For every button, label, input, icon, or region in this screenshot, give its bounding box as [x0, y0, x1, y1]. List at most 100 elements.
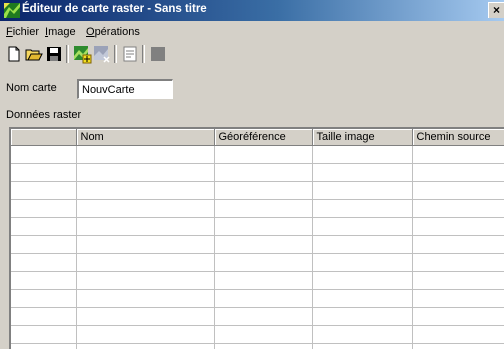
table-row[interactable] [11, 271, 504, 290]
row-selector-cell[interactable] [11, 235, 77, 254]
row-selector-cell[interactable] [11, 307, 77, 326]
georeference-cell[interactable] [214, 307, 313, 326]
georeference-cell[interactable] [214, 145, 313, 164]
georeference-cell[interactable] [214, 235, 313, 254]
add-image-icon[interactable] [72, 44, 92, 64]
source-path-cell[interactable] [412, 271, 504, 290]
stop-icon[interactable] [148, 44, 168, 64]
table-row[interactable] [11, 343, 504, 349]
column-header-source-path[interactable]: Chemin source [412, 129, 504, 146]
row-selector-cell[interactable] [11, 199, 77, 218]
name-cell[interactable] [76, 271, 215, 290]
name-cell[interactable] [76, 235, 215, 254]
properties-icon[interactable] [120, 44, 140, 64]
toolbar-separator [66, 45, 69, 63]
row-selector-cell[interactable] [11, 163, 77, 182]
menu-fichier[interactable]: Fichier [6, 26, 39, 38]
menu-operations[interactable]: Opérations [86, 26, 140, 38]
column-header-name[interactable]: Nom [76, 129, 215, 146]
row-selector-cell[interactable] [11, 271, 77, 290]
georeference-cell[interactable] [214, 343, 313, 349]
image-size-cell[interactable] [312, 325, 413, 344]
table-row[interactable] [11, 325, 504, 344]
close-button[interactable]: × [488, 2, 504, 18]
row-selector-cell[interactable] [11, 217, 77, 236]
row-selector-cell[interactable] [11, 325, 77, 344]
row-selector-cell[interactable] [11, 145, 77, 164]
source-path-cell[interactable] [412, 289, 504, 308]
image-size-cell[interactable] [312, 271, 413, 290]
georeference-cell[interactable] [214, 271, 313, 290]
map-name-label: Nom carte [6, 82, 57, 94]
name-cell[interactable] [76, 253, 215, 272]
map-name-field[interactable] [77, 79, 173, 99]
georeference-cell[interactable] [214, 163, 313, 182]
column-header-image-size[interactable]: Taille image [312, 129, 413, 146]
table-row[interactable] [11, 199, 504, 218]
name-cell[interactable] [76, 325, 215, 344]
name-cell[interactable] [76, 289, 215, 308]
source-path-cell[interactable] [412, 307, 504, 326]
row-selector-cell[interactable] [11, 343, 77, 349]
table-row[interactable] [11, 235, 504, 254]
source-path-cell[interactable] [412, 343, 504, 349]
map-app-icon [4, 3, 20, 18]
source-path-cell[interactable] [412, 199, 504, 218]
name-cell[interactable] [76, 181, 215, 200]
name-cell[interactable] [76, 217, 215, 236]
name-cell[interactable] [76, 199, 215, 218]
image-size-cell[interactable] [312, 163, 413, 182]
table-row[interactable] [11, 253, 504, 272]
source-path-cell[interactable] [412, 181, 504, 200]
image-size-cell[interactable] [312, 235, 413, 254]
source-path-cell[interactable] [412, 325, 504, 344]
georeference-cell[interactable] [214, 181, 313, 200]
georeference-cell[interactable] [214, 217, 313, 236]
table-row[interactable] [11, 307, 504, 326]
georeference-cell[interactable] [214, 289, 313, 308]
title-bar[interactable]: Éditeur de carte raster - Sans titre × [0, 0, 504, 21]
image-size-cell[interactable] [312, 217, 413, 236]
remove-image-icon[interactable] [92, 44, 112, 64]
menu-fichier-label: ichier [12, 26, 40, 38]
menu-bar: Fichier Image Opérations [0, 23, 504, 41]
new-icon[interactable] [4, 44, 24, 64]
image-size-cell[interactable] [312, 199, 413, 218]
source-path-cell[interactable] [412, 217, 504, 236]
image-size-cell[interactable] [312, 145, 413, 164]
name-cell[interactable] [76, 307, 215, 326]
name-cell[interactable] [76, 343, 215, 349]
name-cell[interactable] [76, 163, 215, 182]
column-header-selector[interactable] [11, 129, 77, 146]
source-path-cell[interactable] [412, 253, 504, 272]
image-size-cell[interactable] [312, 307, 413, 326]
menu-operations-label: pérations [94, 26, 140, 38]
row-selector-cell[interactable] [11, 253, 77, 272]
source-path-cell[interactable] [412, 235, 504, 254]
georeference-cell[interactable] [214, 325, 313, 344]
table-row[interactable] [11, 289, 504, 308]
table-row[interactable] [11, 217, 504, 236]
image-size-cell[interactable] [312, 343, 413, 349]
table-row[interactable] [11, 163, 504, 182]
raster-data-grid[interactable]: Nom Géoréférence Taille image Chemin sou… [9, 127, 504, 349]
toolbar-separator [114, 45, 117, 63]
table-body [11, 145, 504, 349]
save-icon[interactable] [44, 44, 64, 64]
table-row[interactable] [11, 181, 504, 200]
georeference-cell[interactable] [214, 199, 313, 218]
row-selector-cell[interactable] [11, 181, 77, 200]
name-cell[interactable] [76, 145, 215, 164]
column-header-georeference[interactable]: Géoréférence [214, 129, 313, 146]
menu-image[interactable]: Image [45, 26, 76, 38]
source-path-cell[interactable] [412, 145, 504, 164]
image-size-cell[interactable] [312, 289, 413, 308]
open-icon[interactable] [24, 44, 44, 64]
georeference-cell[interactable] [214, 253, 313, 272]
row-selector-cell[interactable] [11, 289, 77, 308]
menu-operations-mnemonic: O [86, 26, 95, 38]
image-size-cell[interactable] [312, 181, 413, 200]
image-size-cell[interactable] [312, 253, 413, 272]
table-row[interactable] [11, 145, 504, 164]
source-path-cell[interactable] [412, 163, 504, 182]
